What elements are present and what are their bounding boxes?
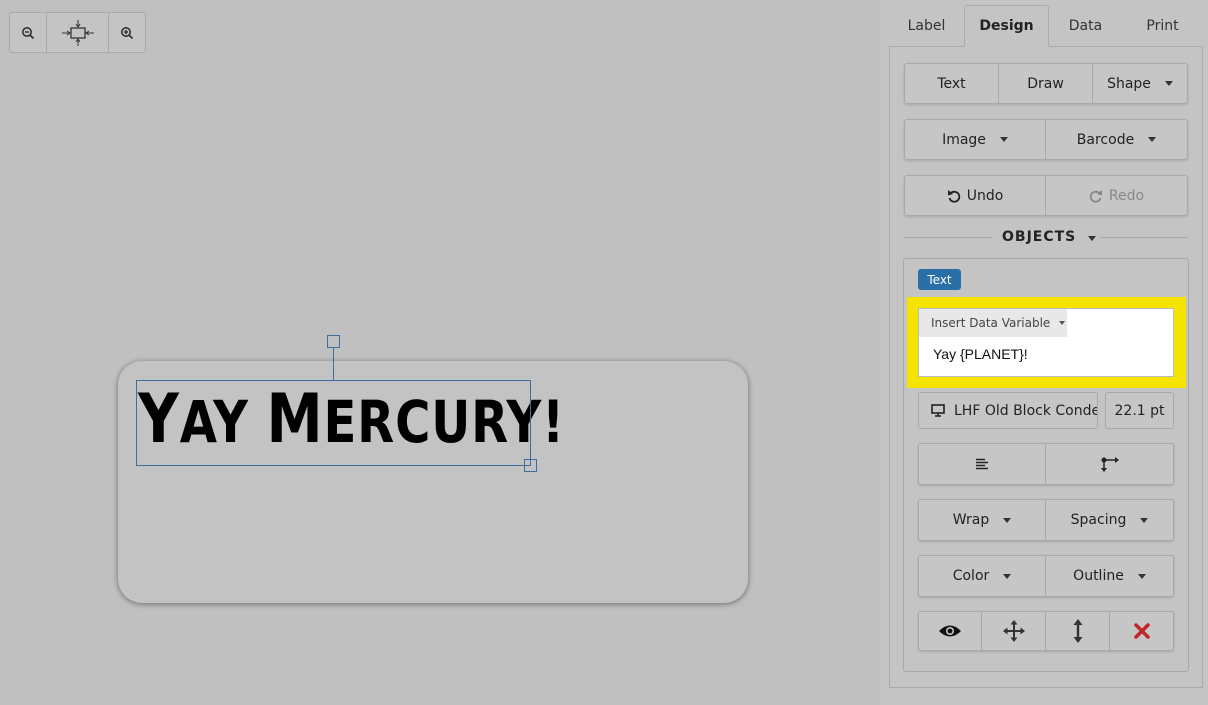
shape-dropdown[interactable]: Shape xyxy=(1093,64,1187,103)
monitor-icon xyxy=(931,404,945,417)
delete-button[interactable] xyxy=(1110,612,1173,650)
wrap-dropdown[interactable]: Wrap xyxy=(919,500,1046,540)
font-name: LHF Old Block Condensed xyxy=(954,402,1097,419)
history-toolbar: Undo Redo xyxy=(904,175,1188,216)
redo-icon xyxy=(1089,189,1102,203)
tab-design[interactable]: Design xyxy=(964,5,1049,47)
chevron-down-icon xyxy=(1059,321,1066,325)
draw-button[interactable]: Draw xyxy=(999,64,1093,103)
barcode-dropdown[interactable]: Barcode xyxy=(1046,120,1187,159)
media-toolbar: Image Barcode xyxy=(904,119,1188,160)
tab-data[interactable]: Data xyxy=(1049,5,1122,47)
insert-data-variable-dropdown[interactable]: Insert Data Variable xyxy=(919,309,1067,337)
objects-dropdown[interactable]: OBJECTS xyxy=(1002,226,1097,248)
color-dropdown[interactable]: Color xyxy=(919,556,1046,596)
panel-tabs: Label Design Data Print xyxy=(889,5,1203,47)
tab-label[interactable]: Label xyxy=(889,5,964,47)
object-actions-toolbar xyxy=(918,611,1174,651)
font-size-field[interactable]: 22.1 pt xyxy=(1105,392,1174,429)
rotate-handle-line xyxy=(333,347,334,380)
chevron-down-icon xyxy=(1137,573,1146,579)
chevron-down-icon xyxy=(1140,517,1149,523)
outline-dropdown[interactable]: Outline xyxy=(1046,556,1173,596)
font-picker-button[interactable]: LHF Old Block Condensed xyxy=(918,392,1098,429)
text-align-button[interactable] xyxy=(919,444,1046,484)
add-text-button[interactable]: Text xyxy=(905,64,999,103)
fit-to-screen-button[interactable] xyxy=(47,13,109,52)
objects-header: OBJECTS xyxy=(904,226,1188,248)
chevron-down-icon xyxy=(1003,573,1012,579)
zoom-toolbar xyxy=(9,12,146,53)
redo-button[interactable]: Redo xyxy=(1046,176,1187,215)
color-outline-toolbar: Color Outline xyxy=(918,555,1174,597)
chevron-down-icon xyxy=(1003,517,1012,523)
label-canvas[interactable]: YAY MERCURY! xyxy=(0,0,880,705)
rotate-handle[interactable] xyxy=(327,335,340,348)
move-button[interactable] xyxy=(982,612,1046,650)
spacing-dropdown[interactable]: Spacing xyxy=(1046,500,1173,540)
object-type-badge: Text xyxy=(918,269,961,290)
align-left-icon xyxy=(976,458,988,470)
image-dropdown[interactable]: Image xyxy=(905,120,1046,159)
align-toolbar xyxy=(918,443,1174,485)
resize-vertical-button[interactable] xyxy=(1046,612,1110,650)
zoom-out-icon xyxy=(22,26,35,39)
chevron-down-icon xyxy=(1088,236,1097,241)
chevron-down-icon xyxy=(1164,81,1173,86)
visibility-button[interactable] xyxy=(919,612,982,650)
zoom-in-button[interactable] xyxy=(109,13,145,52)
panel-border xyxy=(1202,46,1203,689)
undo-button[interactable]: Undo xyxy=(905,176,1046,215)
text-editor-value[interactable]: Yay {PLANET}! xyxy=(933,346,1028,362)
fit-to-screen-icon xyxy=(61,19,94,46)
eye-icon xyxy=(939,625,961,637)
insert-toolbar: Text Draw Shape xyxy=(904,63,1188,104)
selection-box[interactable] xyxy=(136,380,531,466)
wrap-spacing-toolbar: Wrap Spacing xyxy=(918,499,1174,541)
zoom-out-button[interactable] xyxy=(10,13,47,52)
tab-print[interactable]: Print xyxy=(1122,5,1203,47)
chevron-down-icon xyxy=(1148,137,1157,142)
vertical-arrows-icon xyxy=(1073,619,1082,643)
curve-path-icon xyxy=(1100,457,1119,472)
resize-handle[interactable] xyxy=(524,459,537,472)
text-path-button[interactable] xyxy=(1046,444,1173,484)
move-arrows-icon xyxy=(1002,620,1025,642)
delete-x-icon xyxy=(1133,623,1150,639)
undo-icon xyxy=(947,189,960,203)
chevron-down-icon xyxy=(999,137,1008,142)
zoom-in-icon xyxy=(121,26,134,39)
